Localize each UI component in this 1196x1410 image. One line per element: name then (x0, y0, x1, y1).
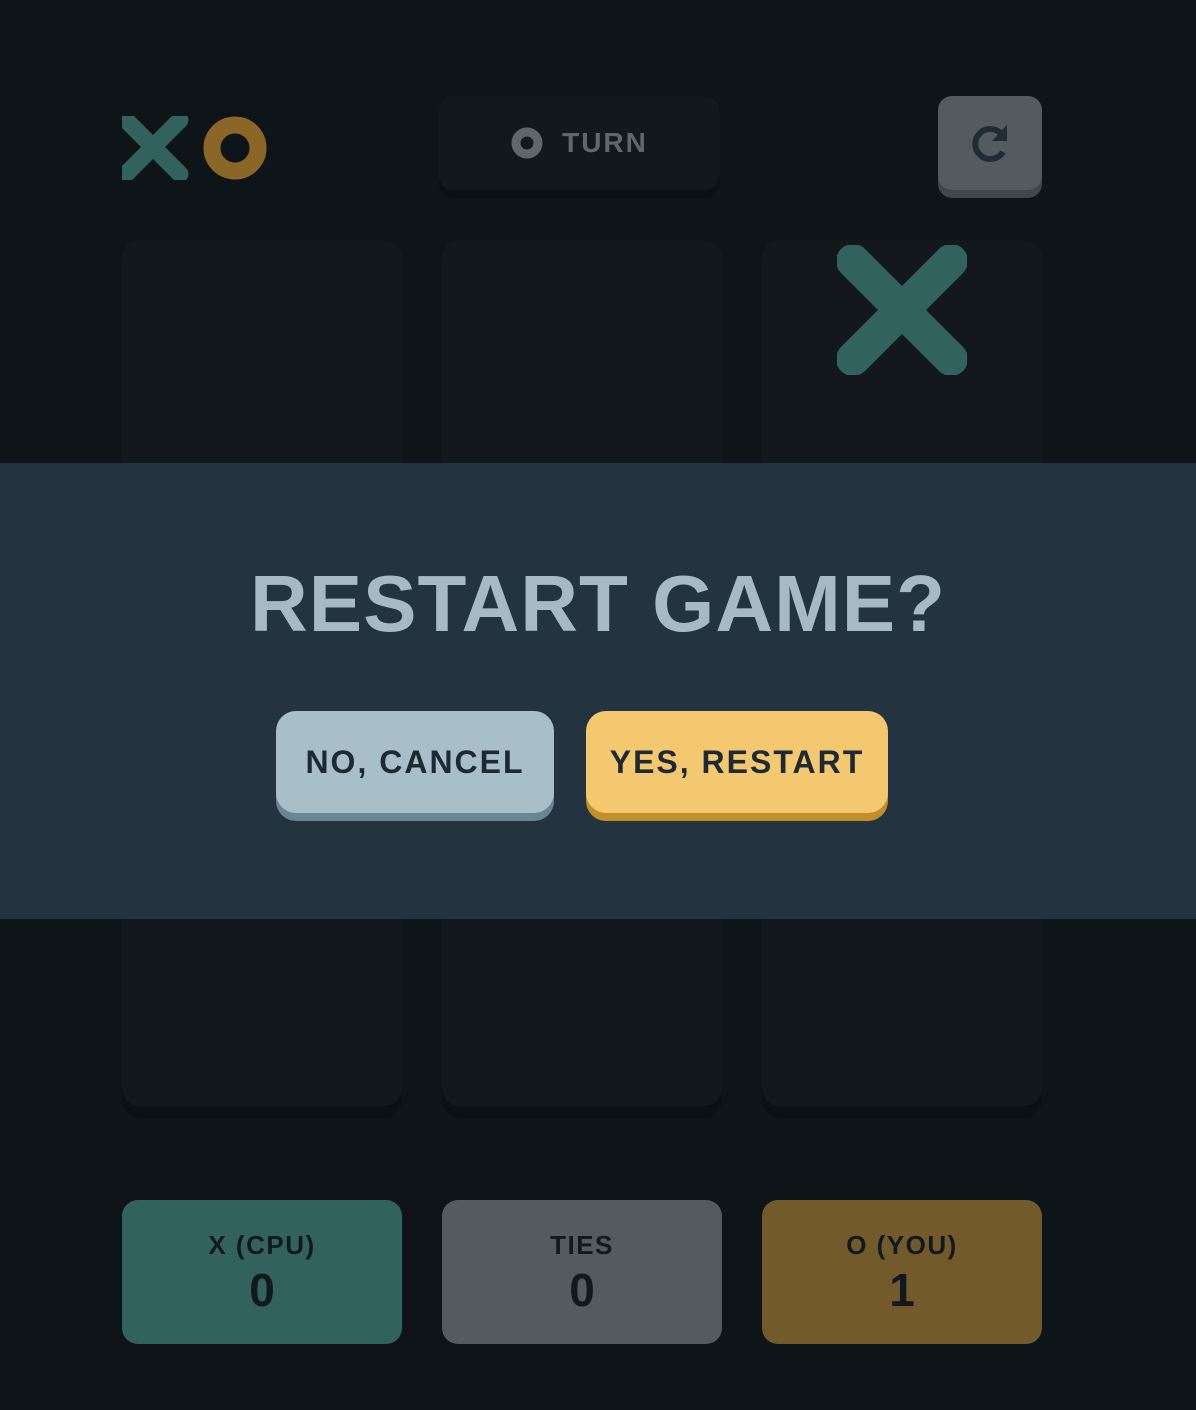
score-value: 0 (569, 1263, 595, 1316)
score-label: X (CPU) (208, 1229, 316, 1260)
x-mark-icon (837, 245, 967, 375)
confirm-restart-button[interactable]: YES, RESTART (586, 711, 888, 813)
score-card-o: O (YOU) 1 (762, 1200, 1042, 1344)
o-mark-icon (510, 126, 544, 160)
restart-arrow-icon (972, 125, 1007, 162)
x-mark-icon (117, 111, 189, 183)
score-label: TIES (550, 1229, 614, 1260)
scoreboard: X (CPU) 0 TIES 0 O (YOU) 1 (122, 1200, 1042, 1344)
logo (117, 111, 268, 183)
score-value: 0 (249, 1263, 275, 1316)
o-mark-icon (203, 116, 267, 180)
turn-label: TURN (562, 127, 648, 158)
restart-modal (0, 463, 1196, 919)
score-card-x: X (CPU) 0 (122, 1200, 402, 1344)
modal-title: RESTART GAME? (250, 559, 946, 648)
score-value: 1 (889, 1263, 915, 1316)
score-card-ties: TIES 0 (442, 1200, 722, 1344)
restart-button[interactable] (938, 96, 1042, 190)
turn-indicator: TURN (439, 96, 719, 190)
cancel-button[interactable]: NO, CANCEL (276, 711, 554, 813)
score-label: O (YOU) (846, 1229, 958, 1260)
